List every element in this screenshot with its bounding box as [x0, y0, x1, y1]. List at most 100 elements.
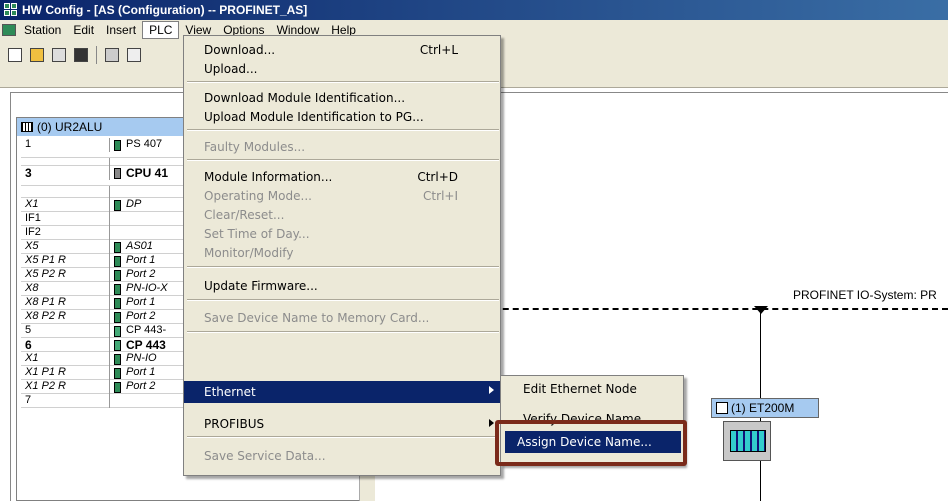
- device-label: (1) ET200M: [731, 401, 795, 415]
- cp-icon: [114, 326, 121, 337]
- menu-separator: [187, 81, 499, 83]
- module-label: Port 2: [126, 310, 156, 322]
- module-label: CPU 41: [126, 166, 169, 180]
- menu-insert[interactable]: Insert: [100, 22, 142, 38]
- menu-item-download-module-id[interactable]: Download Module Identification...: [184, 88, 500, 107]
- port-icon: [114, 256, 121, 267]
- print-icon[interactable]: [127, 48, 141, 62]
- menu-item-download[interactable]: Download... Ctrl+L: [184, 40, 500, 59]
- module-icon: [114, 242, 121, 253]
- module-label: DP: [126, 198, 142, 210]
- menu-item-upload[interactable]: Upload...: [184, 59, 500, 78]
- slot-cell: X1 P2 R: [25, 380, 66, 392]
- menu-item-label: Download...: [204, 42, 276, 57]
- module-label: Port 1: [126, 366, 156, 378]
- shortcut-label: Ctrl+D: [417, 169, 458, 184]
- menu-separator: [187, 129, 499, 131]
- module-label: AS01: [126, 240, 153, 252]
- port-icon: [114, 382, 121, 393]
- menu-item-label: Module Information...: [204, 169, 333, 184]
- menu-item-label: Clear/Reset...: [204, 207, 285, 222]
- module-label: PN-IO: [126, 352, 157, 364]
- port-icon: [114, 298, 121, 309]
- module-label: PN-IO-X: [126, 282, 168, 294]
- module-label: Port 2: [126, 380, 156, 392]
- menu-item-ethernet[interactable]: Ethernet: [184, 381, 500, 403]
- module-icon: [114, 284, 121, 295]
- slot-cell: 5: [25, 324, 32, 336]
- rack-icon: [21, 122, 33, 132]
- menu-item-operating-mode: Operating Mode... Ctrl+I: [184, 186, 500, 205]
- port-icon: [114, 368, 121, 379]
- io-modules-icon: [730, 430, 766, 452]
- menu-item-label: Upload Module Identification to PG...: [204, 109, 424, 124]
- slot-cell: 3: [25, 166, 32, 180]
- plc-menu: Download... Ctrl+L Upload... Download Mod…: [183, 35, 501, 476]
- menu-item-label: Edit Ethernet Node: [523, 382, 637, 396]
- slot-cell: X8 P2 R: [25, 310, 66, 322]
- title-bar: HW Config - [AS (Configuration) -- PROFI…: [0, 0, 948, 20]
- menu-item-label: Ethernet: [204, 385, 256, 399]
- et200m-device-header[interactable]: (1) ET200M: [711, 398, 819, 418]
- menu-item-label: Faulty Modules...: [204, 139, 306, 154]
- module-icon: [114, 140, 121, 151]
- bus-connector-icon: [754, 306, 768, 314]
- menu-item-label: Update Firmware...: [204, 278, 318, 293]
- submenu-arrow-icon: [489, 386, 494, 394]
- slot-cell: X8: [25, 282, 39, 294]
- menu-item-label: Download Module Identification...: [204, 90, 406, 105]
- menu-item-label: Upload...: [204, 61, 258, 76]
- shortcut-label: Ctrl+I: [423, 188, 458, 203]
- slot-cell: IF1: [25, 212, 41, 224]
- menu-separator: [187, 331, 499, 333]
- slot-cell: 6: [25, 338, 32, 352]
- menu-item-label: Save Device Name to Memory Card...: [204, 310, 430, 325]
- menu-item-save-device-name: Save Device Name to Memory Card...: [184, 308, 500, 327]
- hw-config-icon: [4, 3, 18, 17]
- save-icon[interactable]: [74, 48, 88, 62]
- open-icon[interactable]: [30, 48, 44, 62]
- module-label: PS 407: [126, 138, 163, 150]
- menu-plc[interactable]: PLC: [142, 21, 180, 39]
- slot-cell: X5 P2 R: [25, 268, 66, 280]
- module-label: Port 1: [126, 296, 156, 308]
- slot-cell: X1: [25, 198, 39, 210]
- shortcut-label: Ctrl+L: [419, 42, 458, 57]
- new-icon[interactable]: [8, 48, 22, 62]
- network-icon[interactable]: [52, 48, 66, 62]
- menu-item-label: Monitor/Modify: [204, 245, 294, 260]
- module-label: Port 2: [126, 268, 156, 280]
- menu-separator: [187, 159, 499, 161]
- et200m-device[interactable]: [723, 421, 771, 461]
- menu-item-set-time: Set Time of Day...: [184, 224, 500, 243]
- slot-cell: X5: [25, 240, 39, 252]
- menu-station[interactable]: Station: [18, 22, 67, 38]
- toolbar-separator: [96, 46, 97, 64]
- menu-item-module-information[interactable]: Module Information... Ctrl+D: [184, 167, 500, 186]
- menu-item-save-service-data: Save Service Data...: [184, 446, 500, 465]
- device-icon: [716, 402, 728, 414]
- document-menu-icon[interactable]: [2, 24, 16, 36]
- menu-item-profibus[interactable]: PROFIBUS: [184, 414, 500, 433]
- menu-item-update-firmware[interactable]: Update Firmware...: [184, 276, 500, 295]
- slot-cell: X8 P1 R: [25, 296, 66, 308]
- menu-item-label: Set Time of Day...: [204, 226, 310, 241]
- slot-cell: IF2: [25, 226, 41, 238]
- module-icon: [114, 354, 121, 365]
- menu-separator: [187, 299, 499, 301]
- slot-cell: X5 P1 R: [25, 254, 66, 266]
- module-label: CP 443-: [126, 324, 167, 336]
- menu-edit[interactable]: Edit: [67, 22, 100, 38]
- port-icon: [114, 270, 121, 281]
- submenu-arrow-icon: [489, 419, 494, 427]
- menu-separator: [187, 436, 499, 438]
- menu-item-clear-reset: Clear/Reset...: [184, 205, 500, 224]
- rack-title: (0) UR2ALU: [37, 120, 103, 134]
- window-title: HW Config - [AS (Configuration) -- PROFI…: [22, 3, 308, 17]
- menu-item-label: Operating Mode...: [204, 188, 312, 203]
- compile-icon[interactable]: [105, 48, 119, 62]
- slot-cell: 7: [25, 394, 32, 406]
- menu-item-edit-ethernet-node[interactable]: Edit Ethernet Node: [501, 378, 683, 400]
- slot-cell: 1: [25, 138, 32, 150]
- menu-item-upload-module-id[interactable]: Upload Module Identification to PG...: [184, 107, 500, 126]
